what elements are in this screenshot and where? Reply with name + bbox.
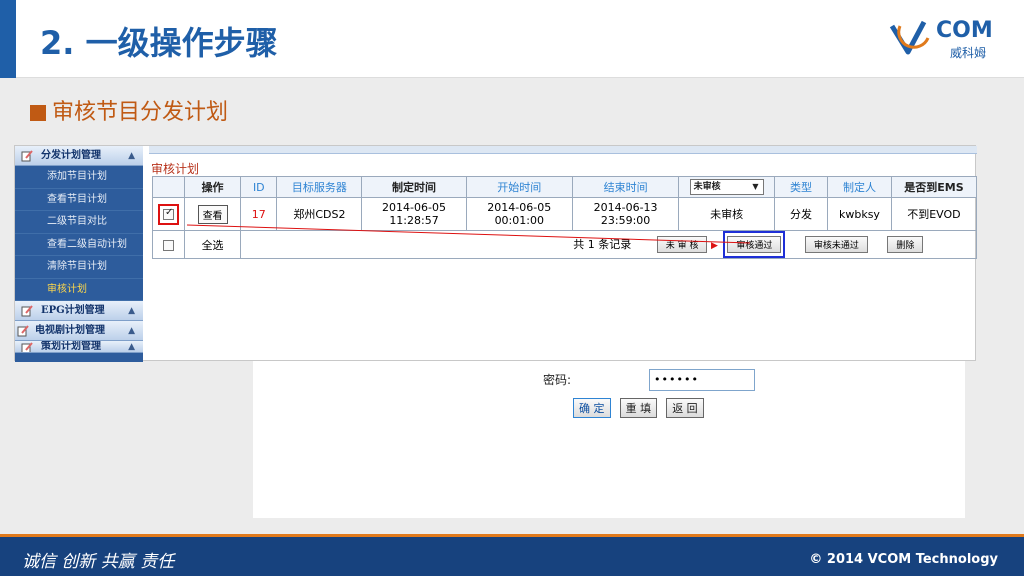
row-creator: kwbksy — [827, 197, 892, 231]
sidebar-item-add-plan[interactable]: 添加节目计划 — [15, 166, 143, 189]
header-end[interactable]: 结束时间 — [571, 176, 680, 198]
header-created[interactable]: 制定时间 — [361, 176, 467, 198]
row-checkbox-cell — [152, 197, 185, 231]
status-select[interactable]: 未审核 ▼ — [689, 179, 764, 195]
sidebar-group-tv[interactable]: 电视剧计划管理 ▲ — [15, 321, 143, 341]
header-status-select[interactable]: 未审核 ▼ — [678, 176, 775, 198]
row-type: 分发 — [773, 197, 829, 231]
review-table: 操作 ID 目标服务器 制定时间 开始时间 结束时间 未审核 ▼ 类型 制定人 是… — [152, 176, 978, 259]
edit-icon — [21, 305, 33, 317]
sidebar-group-distribution[interactable]: 分发计划管理 ▲ — [15, 146, 143, 166]
slide-header: 2. 一级操作步骤 COM 威科姆 — [0, 0, 1024, 78]
header-creator[interactable]: 制定人 — [827, 176, 892, 198]
slogan: 诚信 创新 共赢 责任 — [22, 552, 175, 572]
header-start[interactable]: 开始时间 — [465, 176, 573, 198]
logo-subtitle: 威科姆 — [950, 46, 987, 60]
sidebar-group-label: 电视剧计划管理 — [35, 325, 105, 336]
status-select-value: 未审核 — [693, 182, 721, 192]
annotation-arrow — [186, 224, 751, 244]
logo-text: COM — [936, 18, 993, 43]
select-all-checkbox-cell — [152, 230, 185, 259]
app-screenshot: 分发计划管理 ▲ 添加节目计划 查看节目计划 二级节目对比 查看二级自动计划 清… — [14, 145, 978, 362]
password-buttons: 确 定 重 填 返 回 — [573, 397, 708, 418]
header-action: 操作 — [183, 176, 242, 198]
sidebar-item-review-plan[interactable]: 审核计划 — [15, 279, 143, 301]
bullet-square-icon — [30, 105, 46, 121]
section-heading: 审核节目分发计划 — [30, 94, 228, 126]
row-ems: 不到EVOD — [890, 197, 978, 231]
reset-button[interactable]: 重 填 — [619, 398, 658, 418]
slide-footer: 诚信 创新 共赢 责任 © 2014 VCOM Technology — [0, 534, 1024, 576]
sidebar-group-planning[interactable]: 策划计划管理 ▲ — [15, 341, 143, 353]
slide: 2. 一级操作步骤 COM 威科姆 审核节目分发计划 分发计划管理 ▲ 添加节目… — [0, 0, 1024, 576]
row-checkbox[interactable] — [162, 207, 174, 220]
header-ems: 是否到EMS — [890, 176, 978, 198]
sidebar-item-auto-plan[interactable]: 查看二级自动计划 — [15, 234, 143, 256]
reject-button[interactable]: 审核未通过 — [804, 236, 868, 253]
sidebar: 分发计划管理 ▲ 添加节目计划 查看节目计划 二级节目对比 查看二级自动计划 清… — [15, 146, 143, 362]
highlight-red-box — [157, 203, 179, 225]
copyright: © 2014 VCOM Technology — [809, 552, 998, 567]
collapse-icon: ▲ — [128, 342, 135, 352]
edit-icon — [21, 342, 33, 352]
table-header-row: 操作 ID 目标服务器 制定时间 开始时间 结束时间 未审核 ▼ 类型 制定人 是… — [152, 176, 978, 198]
header-type[interactable]: 类型 — [773, 176, 829, 198]
back-button[interactable]: 返 回 — [666, 398, 704, 418]
chevron-down-icon: ▼ — [752, 182, 759, 191]
collapse-icon: ▲ — [128, 306, 135, 316]
panel-title: 审核计划 — [151, 162, 200, 176]
header-id[interactable]: ID — [240, 176, 278, 198]
section-heading-text: 审核节目分发计划 — [52, 100, 229, 125]
sidebar-group-label: 分发计划管理 — [41, 150, 101, 161]
title-accent-bar — [0, 0, 16, 78]
header-server[interactable]: 目标服务器 — [276, 176, 363, 198]
collapse-icon: ▲ — [128, 326, 135, 336]
select-all-checkbox[interactable] — [162, 239, 174, 251]
delete-button[interactable]: 删除 — [887, 236, 924, 253]
sidebar-item-clear-plan[interactable]: 清除节目计划 — [15, 256, 143, 279]
sidebar-item-view-plan[interactable]: 查看节目计划 — [15, 189, 143, 211]
password-label: 密码: — [543, 373, 572, 387]
password-input[interactable]: •••••• — [649, 369, 755, 391]
sidebar-group-label: 策划计划管理 — [41, 341, 101, 352]
top-strip — [149, 146, 977, 154]
password-panel: 密码: •••••• 确 定 重 填 返 回 — [253, 361, 965, 518]
edit-icon — [21, 150, 33, 162]
confirm-button[interactable]: 确 定 — [573, 398, 611, 418]
edit-icon — [17, 325, 29, 337]
slide-title: 2. 一级操作步骤 — [40, 24, 278, 62]
sidebar-group-label: EPG计划管理 — [41, 305, 105, 316]
sidebar-group-epg[interactable]: EPG计划管理 ▲ — [15, 301, 143, 321]
sidebar-item-compare[interactable]: 二级节目对比 — [15, 211, 143, 234]
view-button[interactable]: 查看 — [197, 204, 228, 224]
vcom-logo-icon — [889, 20, 930, 55]
header-checkbox-col — [152, 176, 185, 198]
vcom-logo: COM 威科姆 — [888, 18, 1008, 64]
collapse-icon: ▲ — [128, 151, 135, 161]
